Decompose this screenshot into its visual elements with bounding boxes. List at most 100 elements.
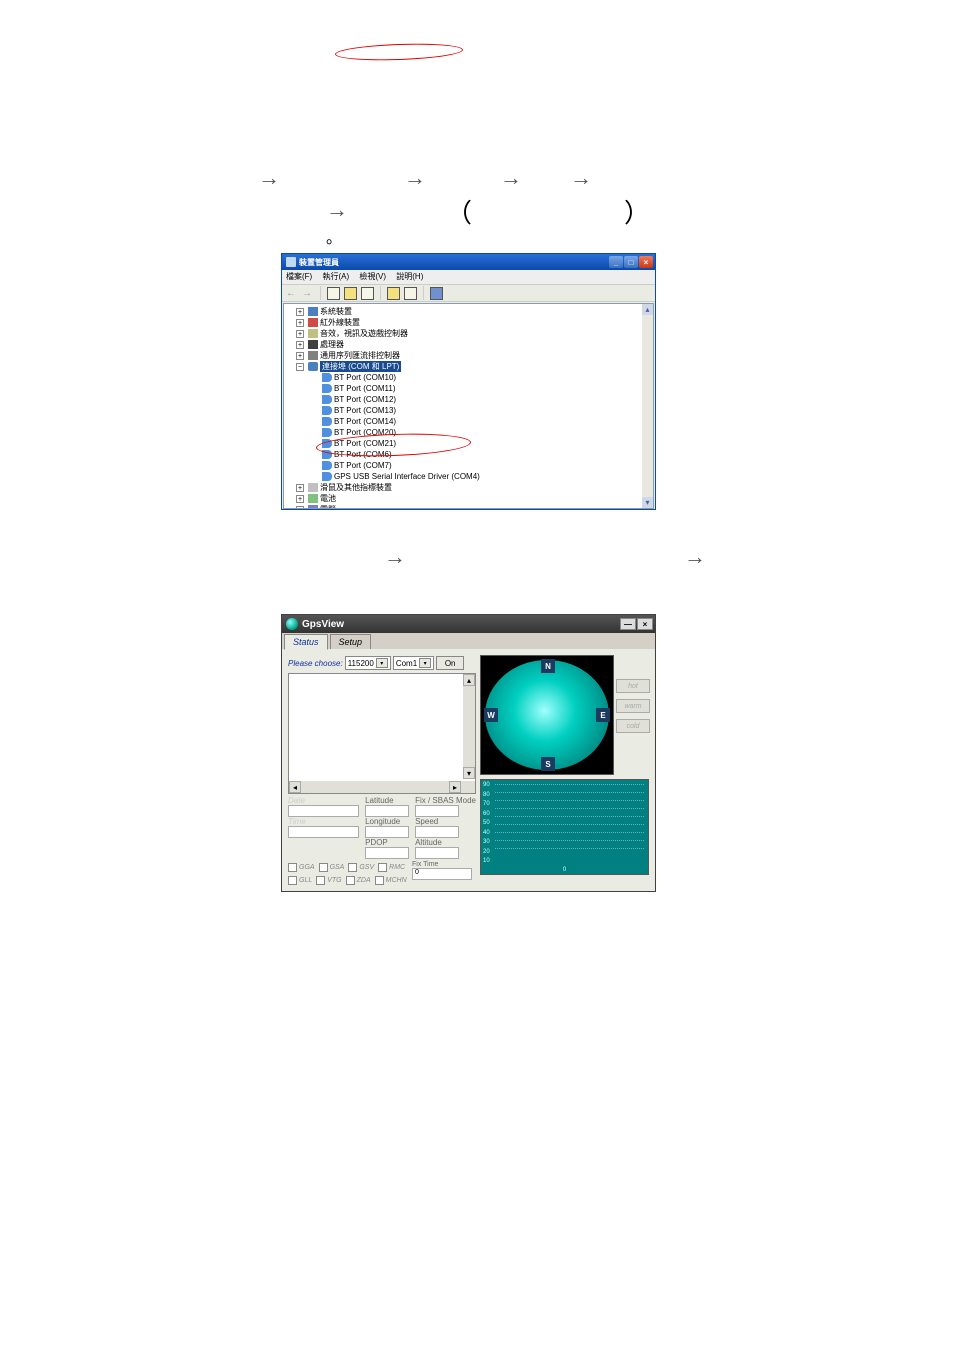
maximize-button[interactable]: □ <box>624 256 638 268</box>
y-10: 10 <box>483 858 490 864</box>
chevron-down-icon[interactable]: ▾ <box>419 658 431 668</box>
toolbar-fwd-icon[interactable]: → <box>302 288 312 299</box>
titlebar[interactable]: 裝置管理員 _ □ × <box>282 254 655 270</box>
device-tree[interactable]: + 系統裝置 + 紅外線裝置 + 音效，視訊及遊戲控制器 + 處理器 + 通用序列匯流排控… <box>283 303 654 509</box>
scroll-right-button[interactable]: ▸ <box>449 781 461 793</box>
toolbar-help-icon[interactable] <box>387 287 400 300</box>
tree-system[interactable]: 系統裝置 <box>320 306 352 317</box>
tree-bt14[interactable]: BT Port (COM14) <box>334 416 396 427</box>
speed-field <box>415 826 459 838</box>
gsv-checkbox[interactable]: GSV <box>348 863 374 872</box>
tree-bt6[interactable]: BT Port (COM6) <box>334 449 392 460</box>
scroll-up-button[interactable]: ▴ <box>463 674 475 686</box>
minimize-button[interactable]: — <box>620 618 636 630</box>
bluetooth-icon <box>322 450 332 459</box>
rmc-checkbox[interactable]: RMC <box>378 863 405 872</box>
hot-start-button[interactable]: hot <box>616 679 650 693</box>
right-panel: N S W E hot warm cold 90 80 70 60 50 <box>480 655 649 885</box>
gll-checkbox[interactable]: GLL <box>288 876 312 885</box>
toolbar-icon-1[interactable] <box>327 287 340 300</box>
compass-s: S <box>541 757 555 771</box>
menu-view[interactable]: 檢視(V) <box>359 272 386 281</box>
scroll-left-button[interactable]: ◂ <box>289 781 301 793</box>
cpu-icon <box>308 340 318 349</box>
tree-bt11[interactable]: BT Port (COM11) <box>334 383 396 394</box>
on-button[interactable]: On <box>436 656 464 670</box>
comport-select[interactable]: Com1 ▾ <box>393 656 434 670</box>
tree-cpu[interactable]: 處理器 <box>320 339 344 350</box>
tree-bt7[interactable]: BT Port (COM7) <box>334 460 392 471</box>
vtg-checkbox[interactable]: VTG <box>316 876 341 885</box>
fixtime-field: 0 <box>412 868 472 880</box>
tree-com-selected[interactable]: 連接埠 (COM 和 LPT) <box>320 361 401 372</box>
arrow-4: → <box>570 165 592 191</box>
tree-battery[interactable]: 電池 <box>320 493 336 504</box>
scroll-down-button[interactable]: ▾ <box>463 767 475 779</box>
altitude-field <box>415 847 459 859</box>
expander-icon[interactable]: + <box>296 330 304 338</box>
expander-icon[interactable]: + <box>296 319 304 327</box>
vertical-scrollbar[interactable] <box>463 674 475 779</box>
toolbar-icon-5[interactable] <box>404 287 417 300</box>
toolbar-properties-icon[interactable] <box>344 287 357 300</box>
gsa-checkbox[interactable]: GSA <box>319 863 345 872</box>
time-field <box>288 826 359 838</box>
minimize-button[interactable]: _ <box>609 256 623 268</box>
tree-bt21[interactable]: BT Port (COM21) <box>334 438 396 449</box>
gga-checkbox[interactable]: GGA <box>288 863 315 872</box>
tree-sound[interactable]: 音效，視訊及遊戲控制器 <box>320 328 408 339</box>
longitude-field <box>365 826 409 838</box>
vertical-scrollbar[interactable] <box>642 304 653 508</box>
expander-icon[interactable]: + <box>296 506 304 510</box>
y-30: 30 <box>483 839 490 845</box>
arrow-2: → <box>404 165 426 191</box>
expander-icon[interactable]: − <box>296 363 304 371</box>
pdop-field <box>365 847 409 859</box>
bluetooth-icon <box>322 406 332 415</box>
bluetooth-icon <box>322 417 332 426</box>
date-label: Date <box>288 796 359 805</box>
scroll-down-button[interactable]: ▾ <box>642 497 653 508</box>
window-title-text: GpsView <box>302 619 344 630</box>
tree-usb[interactable]: 通用序列匯流排控制器 <box>320 350 400 361</box>
toolbar-back-icon[interactable]: ← <box>286 288 296 299</box>
expander-icon[interactable]: + <box>296 352 304 360</box>
zda-checkbox[interactable]: ZDA <box>346 876 371 885</box>
close-button[interactable]: × <box>639 256 653 268</box>
infrared-icon <box>308 318 318 327</box>
tree-bt12[interactable]: BT Port (COM12) <box>334 394 396 405</box>
expander-icon[interactable]: + <box>296 495 304 503</box>
horizontal-scrollbar[interactable] <box>289 781 475 793</box>
tab-status[interactable]: Status <box>284 634 328 650</box>
compass-n: N <box>541 659 555 673</box>
window-title: GpsView <box>286 618 344 630</box>
expander-icon[interactable]: + <box>296 484 304 492</box>
warm-start-button[interactable]: warm <box>616 699 650 713</box>
bluetooth-icon <box>322 472 332 481</box>
tree-bt10[interactable]: BT Port (COM10) <box>334 372 396 383</box>
tree-computer[interactable]: 電腦 <box>320 504 336 509</box>
mchn-checkbox[interactable]: MCHN <box>375 876 407 885</box>
expander-icon[interactable]: + <box>296 341 304 349</box>
menu-file[interactable]: 檔案(F) <box>286 272 312 281</box>
menu-help[interactable]: 說明(H) <box>396 272 423 281</box>
tree-infrared[interactable]: 紅外線裝置 <box>320 317 360 328</box>
expander-icon[interactable]: + <box>296 308 304 316</box>
cold-start-button[interactable]: cold <box>616 719 650 733</box>
tree-hid[interactable]: 滑鼠及其他指標裝置 <box>320 482 392 493</box>
toolbar-scan-icon[interactable] <box>430 287 443 300</box>
arrow-3: → <box>500 165 522 191</box>
tab-setup[interactable]: Setup <box>330 634 372 649</box>
nema-output-textarea[interactable]: ▴ ▾ ◂ ▸ <box>288 673 476 794</box>
titlebar[interactable]: GpsView — × <box>282 615 655 633</box>
tree-bt20[interactable]: BT Port (COM20) <box>334 427 396 438</box>
tree-bt13[interactable]: BT Port (COM13) <box>334 405 396 416</box>
baud-select[interactable]: 115200 ▾ <box>345 656 391 670</box>
close-button[interactable]: × <box>637 618 653 630</box>
window-title: 裝置管理員 <box>286 257 339 268</box>
scroll-up-button[interactable]: ▴ <box>642 304 653 315</box>
tree-gps[interactable]: GPS USB Serial Interface Driver (COM4) <box>334 471 480 482</box>
toolbar-print-icon[interactable] <box>361 287 374 300</box>
menu-action[interactable]: 執行(A) <box>322 272 349 281</box>
chevron-down-icon[interactable]: ▾ <box>376 658 388 668</box>
